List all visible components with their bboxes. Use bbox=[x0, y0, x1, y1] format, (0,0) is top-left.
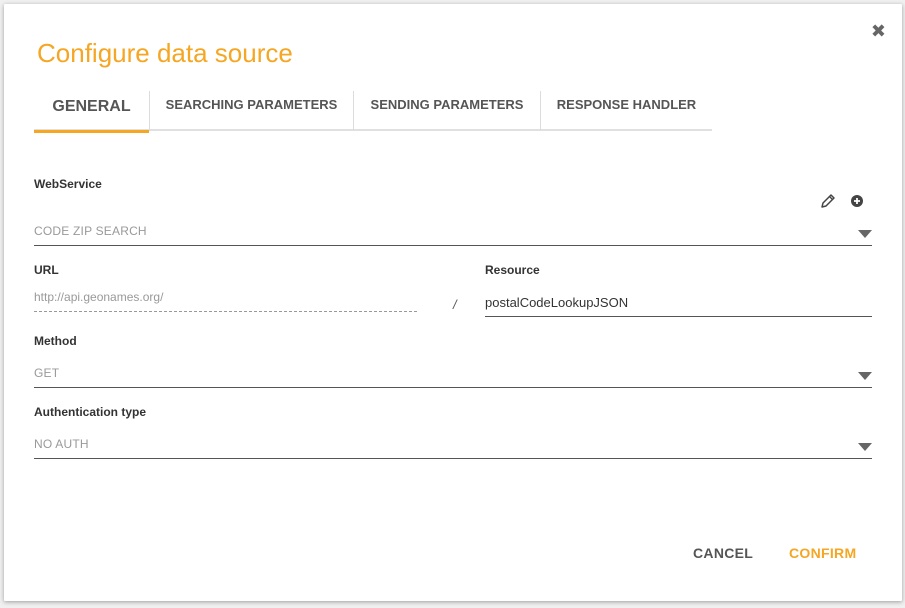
chevron-down-icon bbox=[858, 372, 872, 380]
webservice-label: WebService bbox=[34, 177, 102, 191]
dialog-title: Configure data source bbox=[37, 38, 293, 68]
url-separator: / bbox=[453, 297, 457, 312]
auth-select[interactable]: NO AUTH bbox=[34, 433, 872, 459]
method-select[interactable]: GET bbox=[34, 362, 872, 388]
configure-data-source-dialog: ✖ Configure data source GENERAL SEARCHIN… bbox=[4, 4, 902, 601]
method-label: Method bbox=[34, 334, 77, 348]
method-value: GET bbox=[34, 366, 60, 380]
plus-circle-icon[interactable] bbox=[849, 193, 865, 209]
webservice-select[interactable]: CODE ZIP SEARCH bbox=[34, 220, 872, 246]
chevron-down-icon bbox=[858, 443, 872, 451]
tab-searching-parameters[interactable]: SEARCHING PARAMETERS bbox=[149, 91, 353, 131]
pencil-icon[interactable] bbox=[820, 193, 836, 209]
webservice-value: CODE ZIP SEARCH bbox=[34, 224, 147, 238]
tab-response-handler[interactable]: RESPONSE HANDLER bbox=[540, 91, 712, 131]
url-input[interactable]: http://api.geonames.org/ bbox=[34, 286, 417, 312]
tab-sending-parameters[interactable]: SENDING PARAMETERS bbox=[353, 91, 540, 131]
cancel-button[interactable]: CANCEL bbox=[693, 545, 753, 561]
close-icon[interactable]: ✖ bbox=[871, 22, 886, 40]
chevron-down-icon bbox=[858, 230, 872, 238]
auth-label: Authentication type bbox=[34, 405, 147, 419]
auth-value: NO AUTH bbox=[34, 437, 89, 451]
resource-input[interactable]: postalCodeLookupJSON bbox=[485, 291, 872, 317]
resource-label: Resource bbox=[485, 263, 540, 277]
resource-value: postalCodeLookupJSON bbox=[485, 295, 629, 310]
confirm-button[interactable]: CONFIRM bbox=[789, 545, 856, 561]
url-label: URL bbox=[34, 263, 59, 277]
url-placeholder: http://api.geonames.org/ bbox=[34, 290, 164, 304]
tab-general[interactable]: GENERAL bbox=[34, 91, 149, 133]
tab-bar: GENERAL SEARCHING PARAMETERS SENDING PAR… bbox=[34, 91, 712, 133]
